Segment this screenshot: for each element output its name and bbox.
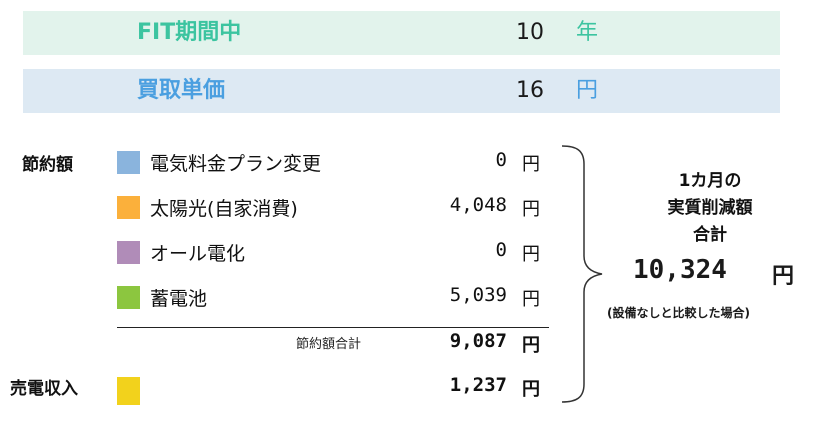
fit-period-unit: 年 <box>576 20 599 45</box>
summary-line3: 合計 <box>693 225 727 245</box>
fit-period-label: FIT期間中 <box>137 20 242 45</box>
all-electric-value: 0 <box>495 239 507 261</box>
plan-change-unit: 円 <box>522 154 540 175</box>
sales-unit: 円 <box>522 379 540 400</box>
summary-note: (設備なしと比較した場合) <box>607 306 750 320</box>
all-electric-name: オール電化 <box>150 243 246 265</box>
sales-section-label: 売電収入 <box>10 379 78 399</box>
plan-change-name: 電気料金プラン変更 <box>150 153 322 175</box>
savings-subtotal-unit: 円 <box>522 335 540 356</box>
solar-unit: 円 <box>522 199 540 220</box>
summary-line2: 実質削減額 <box>667 198 753 218</box>
battery-swatch <box>117 286 140 309</box>
solar-swatch <box>117 196 140 219</box>
all-electric-unit: 円 <box>522 244 540 265</box>
savings-subtotal-label: 節約額合計 <box>296 337 362 352</box>
summary-heading: 1カ月の 実質削減額 合計 <box>600 168 820 249</box>
sales-swatch <box>117 377 140 405</box>
solar-name: 太陽光(自家消費) <box>150 198 298 220</box>
purchase-price-unit: 円 <box>576 78 599 103</box>
summary-total-unit: 円 <box>772 264 795 289</box>
savings-section-label: 節約額 <box>22 155 73 175</box>
subtotal-divider <box>117 327 549 328</box>
sales-value: 1,237 <box>449 374 507 396</box>
summary-total-value: 10,324 <box>633 255 727 285</box>
plan-change-value: 0 <box>495 149 507 171</box>
battery-unit: 円 <box>522 289 540 310</box>
all-electric-swatch <box>117 241 140 264</box>
purchase-price-value: 16 <box>516 78 544 103</box>
fit-period-value: 10 <box>516 20 544 45</box>
plan-change-swatch <box>117 151 140 174</box>
fit-period-row: FIT期間中 10 年 <box>23 11 780 55</box>
battery-value: 5,039 <box>449 284 507 306</box>
battery-name: 蓄電池 <box>150 288 208 310</box>
purchase-price-label: 買取単価 <box>137 78 226 103</box>
savings-subtotal-value: 9,087 <box>449 330 507 352</box>
purchase-price-row: 買取単価 16 円 <box>23 69 780 113</box>
solar-value: 4,048 <box>449 194 507 216</box>
summary-line1: 1カ月の <box>678 171 742 191</box>
